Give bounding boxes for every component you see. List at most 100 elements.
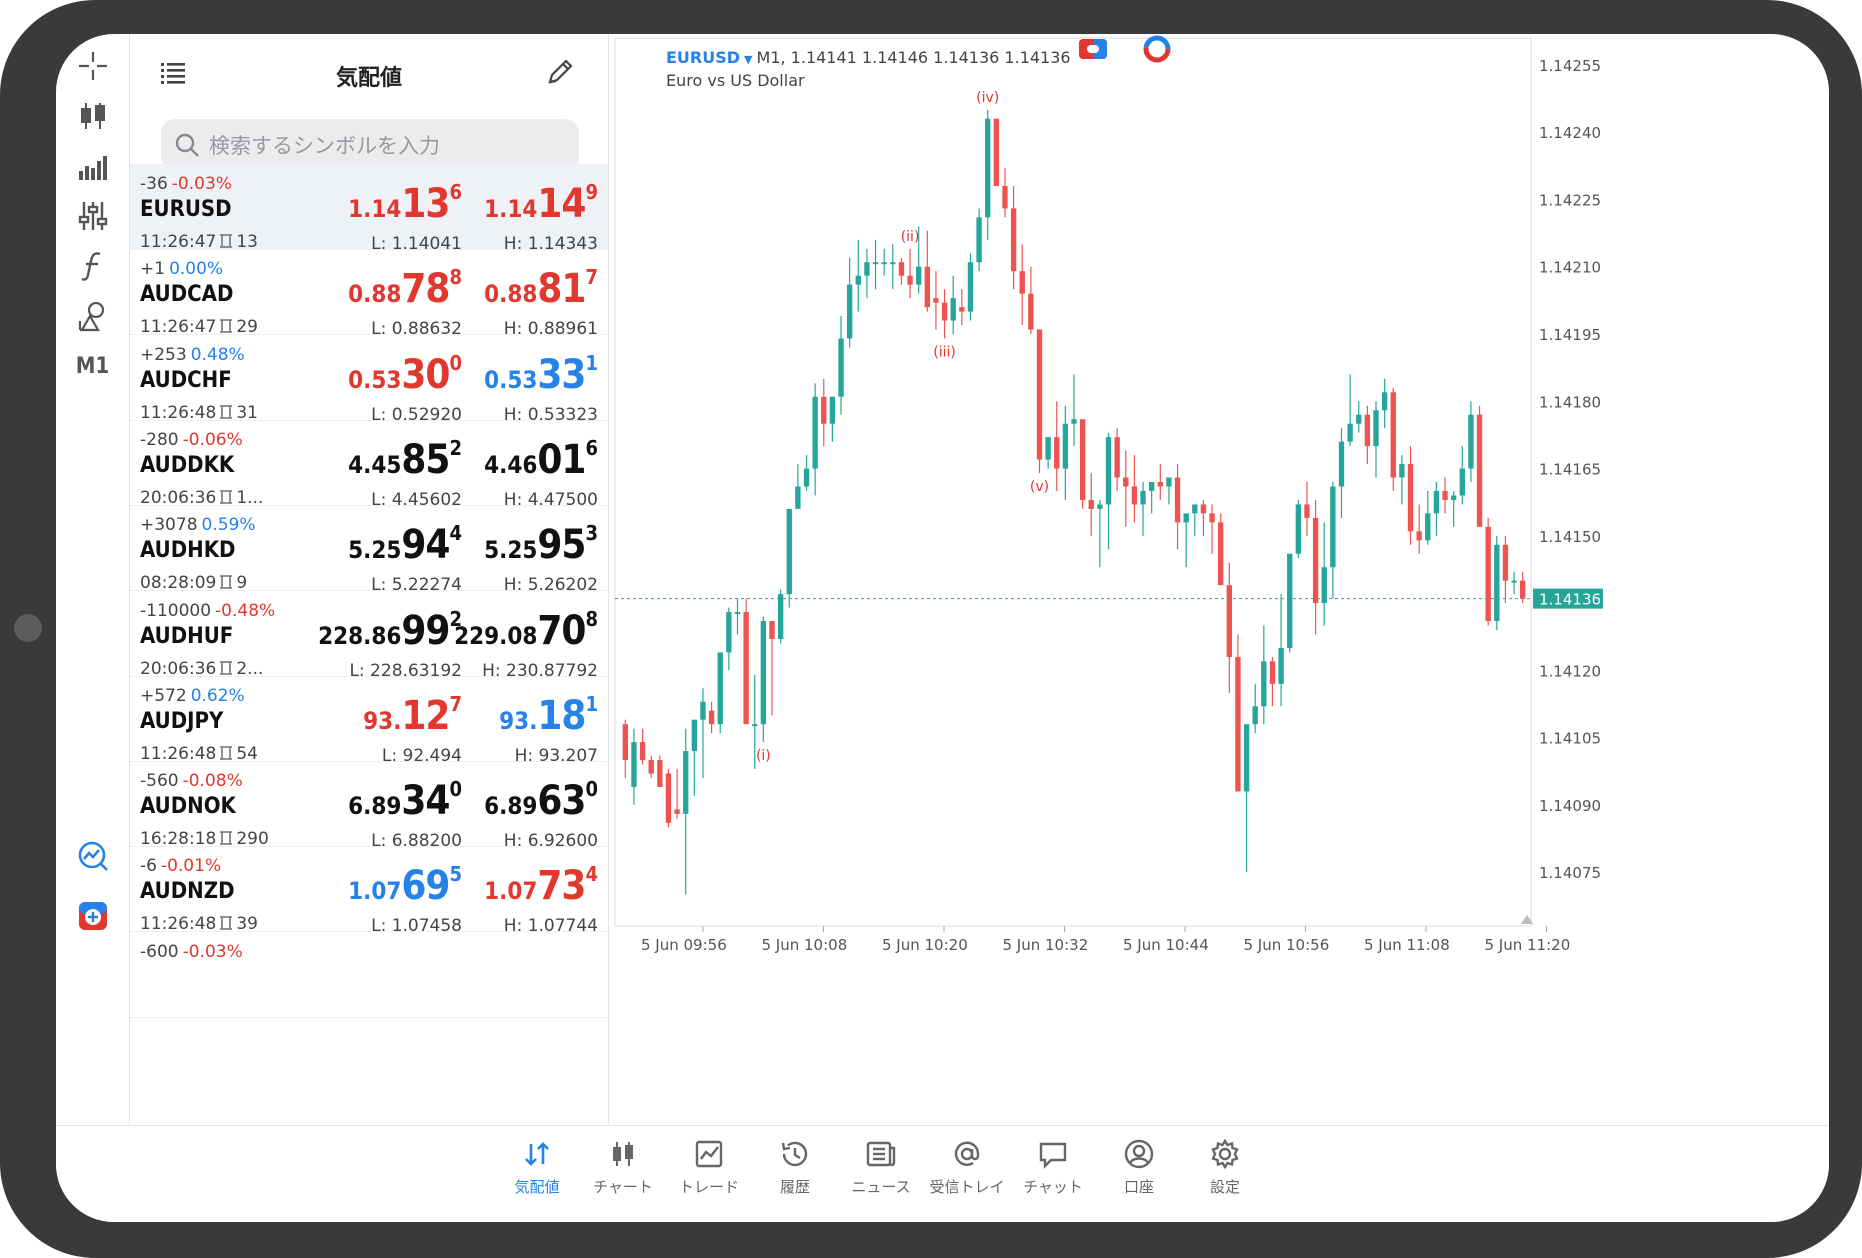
chevron-down-icon[interactable]: ▼ bbox=[744, 53, 752, 66]
tab-account[interactable]: 口座 bbox=[1095, 1138, 1183, 1208]
trade-chart-icon bbox=[695, 1140, 723, 1168]
ask-price-pips: 01 bbox=[537, 436, 586, 483]
quote-row[interactable]: +572 0.62% AUDJPY 11:26:48 54 93.127 93.181 L: … bbox=[130, 676, 608, 766]
symbol-name: AUDCHF bbox=[140, 367, 232, 393]
new-order-icon[interactable] bbox=[56, 894, 129, 938]
candle-body bbox=[1373, 410, 1379, 447]
bid-price[interactable]: 4.45852 bbox=[348, 436, 462, 483]
change-points: -280 bbox=[140, 429, 179, 450]
candle-body bbox=[769, 621, 775, 639]
chart-area[interactable]: 1.14255 1.14240 1.14225 1.14210 1.14195 1.141… bbox=[609, 34, 1829, 1124]
bid-price-pips: 99 bbox=[401, 607, 450, 654]
candle-body bbox=[1105, 437, 1112, 505]
symbol-name: AUDCAD bbox=[140, 282, 234, 308]
candle-body bbox=[959, 307, 965, 312]
ask-price[interactable]: 229.08708 bbox=[454, 607, 598, 654]
quote-row[interactable]: -110000 -0.48% AUDHUF 20:06:36 2... 228.86992… bbox=[130, 591, 608, 681]
ask-price[interactable]: 4.46016 bbox=[484, 436, 598, 483]
chart-analysis-icon[interactable] bbox=[56, 834, 129, 878]
ask-price-point: 3 bbox=[585, 521, 598, 546]
bid-price[interactable]: 1.14136 bbox=[348, 180, 462, 227]
candle-body bbox=[708, 710, 715, 725]
candle-body bbox=[1425, 513, 1431, 541]
quote-row[interactable]: -280 -0.06% AUDDKK 20:06:36 1... 4.45852 4.460… bbox=[130, 420, 608, 510]
wave-label: (iv) bbox=[976, 90, 999, 106]
bid-price[interactable]: 0.53300 bbox=[348, 351, 462, 398]
candle-body bbox=[639, 742, 646, 761]
change-points: -600 bbox=[140, 941, 179, 962]
bid-price[interactable]: 5.25944 bbox=[348, 521, 462, 568]
candle-body bbox=[734, 612, 741, 615]
bid-price[interactable]: 93.127 bbox=[363, 692, 462, 739]
candle-body bbox=[838, 338, 844, 397]
candle-body bbox=[1192, 504, 1198, 514]
ask-price[interactable]: 0.88817 bbox=[484, 265, 598, 312]
objects-icon[interactable] bbox=[56, 294, 129, 338]
quote-row[interactable]: +253 0.48% AUDCHF 11:26:48 31 0.53300 0.53331 L… bbox=[130, 335, 608, 425]
candle-body bbox=[1140, 490, 1146, 505]
ask-price[interactable]: 1.14149 bbox=[484, 180, 598, 227]
tab-chat[interactable]: チャット bbox=[1009, 1138, 1097, 1208]
settings-sliders-icon[interactable] bbox=[56, 194, 129, 238]
candle-body bbox=[1028, 293, 1034, 330]
ask-price[interactable]: 6.89630 bbox=[484, 777, 598, 824]
history-clock-icon bbox=[781, 1141, 808, 1167]
ask-price-big: 5.25 bbox=[484, 536, 538, 565]
bid-price-big: 0.53 bbox=[348, 365, 402, 394]
spread-icon bbox=[220, 660, 233, 675]
candle-body bbox=[1364, 414, 1371, 447]
bid-price[interactable]: 0.88788 bbox=[348, 265, 462, 312]
candle-body bbox=[1097, 504, 1103, 509]
candle-body bbox=[1502, 544, 1509, 581]
spread-icon bbox=[220, 319, 233, 334]
candle-body bbox=[1450, 495, 1457, 500]
indicators-icon[interactable] bbox=[56, 144, 129, 188]
price-chart[interactable]: 1.14255 1.14240 1.14225 1.14210 1.14195 1.141… bbox=[609, 34, 1829, 1124]
change-percent: -0.08% bbox=[182, 771, 243, 792]
one-click-trading-icon[interactable] bbox=[1078, 34, 1108, 64]
bid-price[interactable]: 228.86992 bbox=[318, 607, 462, 654]
candlestick-icon[interactable] bbox=[56, 94, 129, 138]
tab-inbox[interactable]: 受信トレイ bbox=[923, 1138, 1011, 1208]
tab-quotes[interactable]: 気配値 bbox=[493, 1138, 581, 1208]
x-tick-label: 5 Jun 10:08 bbox=[762, 936, 848, 954]
change-percent: -0.06% bbox=[182, 429, 243, 450]
quote-row[interactable]: -600 -0.03% bbox=[130, 932, 608, 1018]
candle-body bbox=[1166, 477, 1172, 487]
y-tick-label: 1.14105 bbox=[1539, 730, 1601, 748]
market-depth-icon[interactable] bbox=[1142, 34, 1172, 64]
timeframe-button[interactable]: M1 bbox=[56, 344, 129, 388]
symbol-name: AUDNOK bbox=[140, 794, 236, 820]
tab-settings[interactable]: 設定 bbox=[1181, 1138, 1269, 1208]
tab-trade[interactable]: トレード bbox=[665, 1138, 753, 1208]
quote-row[interactable]: +3078 0.59% AUDHKD 08:28:09 9 5.25944 5.25953 L… bbox=[130, 505, 608, 595]
chart-symbol[interactable]: EURUSD bbox=[666, 48, 740, 67]
bid-price[interactable]: 6.89340 bbox=[348, 777, 462, 824]
quote-row[interactable]: -6 -0.01% AUDNZD 11:26:48 39 1.07695 1.07734 L:… bbox=[130, 846, 608, 936]
tab-news[interactable]: ニュース bbox=[837, 1138, 925, 1208]
quote-row[interactable]: -560 -0.08% AUDNOK 16:28:18 290 6.89340 6.8963… bbox=[130, 761, 608, 851]
ask-price[interactable]: 5.25953 bbox=[484, 521, 598, 568]
edit-icon[interactable] bbox=[544, 56, 576, 88]
bid-price-pips: 69 bbox=[401, 863, 450, 910]
quote-row[interactable]: +1 0.00% AUDCAD 11:26:47 29 0.88788 0.88817 L: … bbox=[130, 249, 608, 339]
candle-body bbox=[881, 262, 887, 265]
bid-price-point: 6 bbox=[449, 180, 462, 204]
ask-price[interactable]: 93.181 bbox=[499, 692, 598, 739]
ask-price-pips: 73 bbox=[537, 863, 586, 910]
quote-row[interactable]: -36 -0.03% EURUSD 11:26:47 13 1.14136 1.14149 L… bbox=[130, 164, 608, 254]
candle-body bbox=[1079, 419, 1086, 500]
candle-body bbox=[846, 284, 853, 339]
candle-body bbox=[1209, 513, 1215, 523]
crosshair-icon[interactable] bbox=[56, 44, 129, 88]
tab-label: チャート bbox=[593, 1178, 653, 1196]
bid-price[interactable]: 1.07695 bbox=[348, 862, 462, 909]
ask-price-big: 6.89 bbox=[484, 792, 538, 821]
ask-price[interactable]: 1.07734 bbox=[484, 862, 598, 909]
tab-history[interactable]: 履歴 bbox=[751, 1138, 839, 1208]
tab-chart[interactable]: チャート bbox=[579, 1138, 667, 1208]
candle-body bbox=[1183, 513, 1189, 523]
change-points: -110000 bbox=[140, 600, 212, 621]
ask-price[interactable]: 0.53331 bbox=[484, 351, 598, 398]
function-icon[interactable] bbox=[56, 244, 129, 288]
